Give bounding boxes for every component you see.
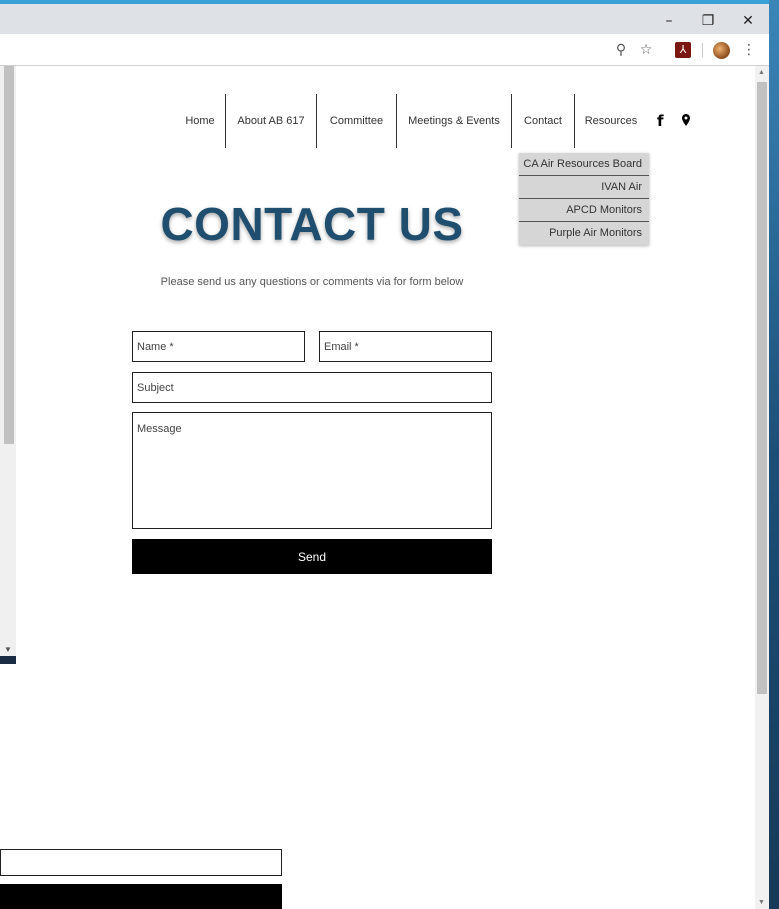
send-button[interactable]: Send	[132, 539, 492, 574]
pdf-icon[interactable]: ⅄	[675, 42, 691, 58]
profile-avatar[interactable]	[713, 42, 730, 59]
name-field[interactable]	[132, 331, 305, 362]
nav-meetings-events[interactable]: Meetings & Events	[397, 94, 511, 148]
browser-title-bar: – ❐ ✕	[0, 0, 779, 34]
dropdown-item-purple-air[interactable]: Purple Air Monitors	[519, 222, 649, 245]
nav-resources[interactable]: Resources	[575, 94, 647, 148]
background-window-input	[0, 849, 282, 876]
restore-icon[interactable]: ❐	[693, 8, 723, 34]
scroll-down-icon[interactable]: ▼	[4, 645, 12, 654]
nav-contact[interactable]: Contact	[512, 94, 574, 148]
scrollbar-thumb[interactable]	[757, 82, 767, 694]
nav-home[interactable]: Home	[176, 94, 224, 148]
scrollbar-thumb[interactable]	[4, 66, 14, 444]
subject-field[interactable]	[132, 372, 492, 403]
scroll-down-icon[interactable]: ▼	[758, 899, 765, 906]
dropdown-item-ivan-air[interactable]: IVAN Air	[519, 176, 649, 199]
star-icon[interactable]: ☆	[635, 40, 657, 60]
toolbar-divider	[702, 43, 703, 57]
background-window-scrollbar[interactable]: ▼	[0, 66, 16, 656]
background-window-button	[0, 884, 282, 909]
browser-toolbar: ⚲ ☆ ⅄ ⋮	[0, 34, 779, 66]
nav-committee[interactable]: Committee	[317, 94, 396, 148]
nav-about[interactable]: About AB 617	[226, 94, 316, 148]
page-title: CONTACT US	[160, 198, 464, 250]
resources-dropdown: CA Air Resources Board IVAN Air APCD Mon…	[519, 153, 649, 245]
desktop-background	[769, 0, 779, 909]
message-field[interactable]	[132, 412, 492, 529]
scroll-up-icon[interactable]: ▲	[758, 69, 765, 76]
location-pin-icon[interactable]	[682, 114, 690, 126]
zoom-icon[interactable]: ⚲	[610, 40, 632, 60]
facebook-icon[interactable]: f	[657, 112, 664, 130]
dropdown-item-carb[interactable]: CA Air Resources Board	[519, 153, 649, 176]
email-field[interactable]	[319, 331, 492, 362]
close-icon[interactable]: ✕	[733, 8, 763, 34]
minimize-icon[interactable]: –	[654, 8, 684, 34]
menu-icon[interactable]: ⋮	[738, 40, 760, 60]
dropdown-item-apcd-monitors[interactable]: APCD Monitors	[519, 199, 649, 222]
page-scrollbar[interactable]: ▲ ▼	[755, 66, 769, 909]
background-window-edge	[0, 656, 16, 664]
page-subtitle: Please send us any questions or comments…	[160, 276, 464, 288]
